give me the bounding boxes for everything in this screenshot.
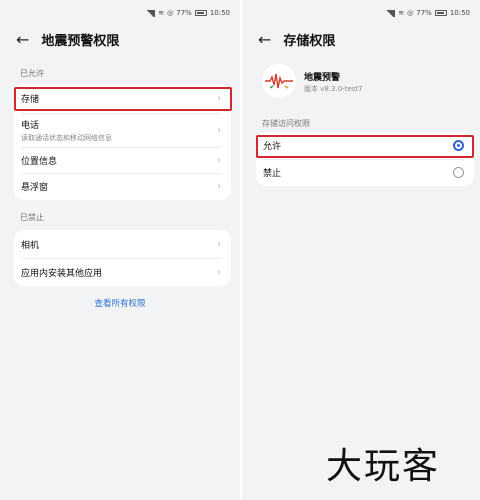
watermark-text: 大玩客 xyxy=(326,446,441,487)
battery-icon xyxy=(434,10,447,16)
option-label: 允许 xyxy=(263,142,282,152)
wifi-icon: ≋ xyxy=(158,9,165,17)
permission-label: 位置信息 xyxy=(21,156,58,167)
storage-options-card: 允许 禁止 xyxy=(256,132,474,186)
allowed-section-header: 已允许 xyxy=(20,69,44,78)
back-arrow-icon[interactable]: ← xyxy=(258,31,271,48)
denied-section-header: 已禁止 xyxy=(20,213,44,222)
chevron-right-icon: › xyxy=(217,238,221,250)
app-version: 版本 v8.3.0-test7 xyxy=(304,85,363,93)
option-label: 禁止 xyxy=(263,169,282,179)
battery-icon xyxy=(194,10,207,16)
permission-label: 存储 xyxy=(21,95,40,105)
alarm-icon: ◎ xyxy=(407,9,414,17)
permission-item-camera[interactable]: 相机 › xyxy=(14,230,231,258)
chevron-right-icon: › xyxy=(217,181,221,192)
signal-icon xyxy=(385,9,396,17)
permission-label: 悬浮窗 xyxy=(21,183,49,193)
chevron-right-icon: › xyxy=(217,124,221,136)
back-arrow-icon[interactable]: ← xyxy=(16,31,29,48)
alarm-icon: ◎ xyxy=(167,9,174,17)
permission-item-storage[interactable]: 存储 › xyxy=(14,84,231,113)
earthquake-app-icon xyxy=(262,64,296,98)
radio-unselected-icon[interactable] xyxy=(453,167,464,178)
permission-item-phone[interactable]: 电话 读取通话状态和移动网络信息 › xyxy=(14,113,231,147)
permission-label: 应用内安装其他应用 xyxy=(21,268,103,279)
page-title: 存储权限 xyxy=(283,34,336,49)
permission-item-floating-window[interactable]: 悬浮窗 › xyxy=(14,173,231,200)
allowed-permissions-card: 存储 › 电话 读取通话状态和移动网络信息 › 位置信息 › 悬浮窗 › xyxy=(14,84,231,200)
page-title: 地震预警权限 xyxy=(41,34,120,49)
clock: 10:50 xyxy=(449,9,470,17)
signal-icon xyxy=(145,9,156,17)
battery-percent: 77% xyxy=(416,9,432,17)
wifi-icon: ≋ xyxy=(398,9,405,17)
battery-percent: 77% xyxy=(176,9,192,17)
permission-item-install-apps[interactable]: 应用内安装其他应用 › xyxy=(14,258,231,286)
clock: 10:50 xyxy=(209,9,230,17)
storage-access-section-header: 存储访问权限 xyxy=(262,119,310,128)
permission-label: 电话 xyxy=(21,120,40,131)
permission-description: 读取通话状态和移动网络信息 xyxy=(21,133,112,142)
option-allow[interactable]: 允许 xyxy=(256,132,474,159)
denied-permissions-card: 相机 › 应用内安装其他应用 › xyxy=(14,230,231,286)
permission-list-screen: ≋ ◎ 77% 10:50 ← 地震预警权限 已允许 存储 › 电话 读取通话状… xyxy=(0,0,240,500)
status-bar: ≋ ◎ 77% 10:50 xyxy=(145,9,230,17)
option-deny[interactable]: 禁止 xyxy=(256,159,474,186)
chevron-right-icon: › xyxy=(217,93,221,104)
radio-selected-icon[interactable] xyxy=(453,140,464,151)
chevron-right-icon: › xyxy=(217,266,221,278)
permission-item-location[interactable]: 位置信息 › xyxy=(14,147,231,173)
status-bar: ≋ ◎ 77% 10:50 xyxy=(385,9,470,17)
view-all-permissions-link[interactable]: 查看所有权限 xyxy=(0,297,240,309)
chevron-right-icon: › xyxy=(217,154,221,166)
storage-permission-screen: ≋ ◎ 77% 10:50 ← 存储权限 地震预警 版本 v8.3.0-test… xyxy=(240,0,480,500)
app-name: 地震预警 xyxy=(304,73,341,83)
permission-label: 相机 xyxy=(21,240,40,251)
